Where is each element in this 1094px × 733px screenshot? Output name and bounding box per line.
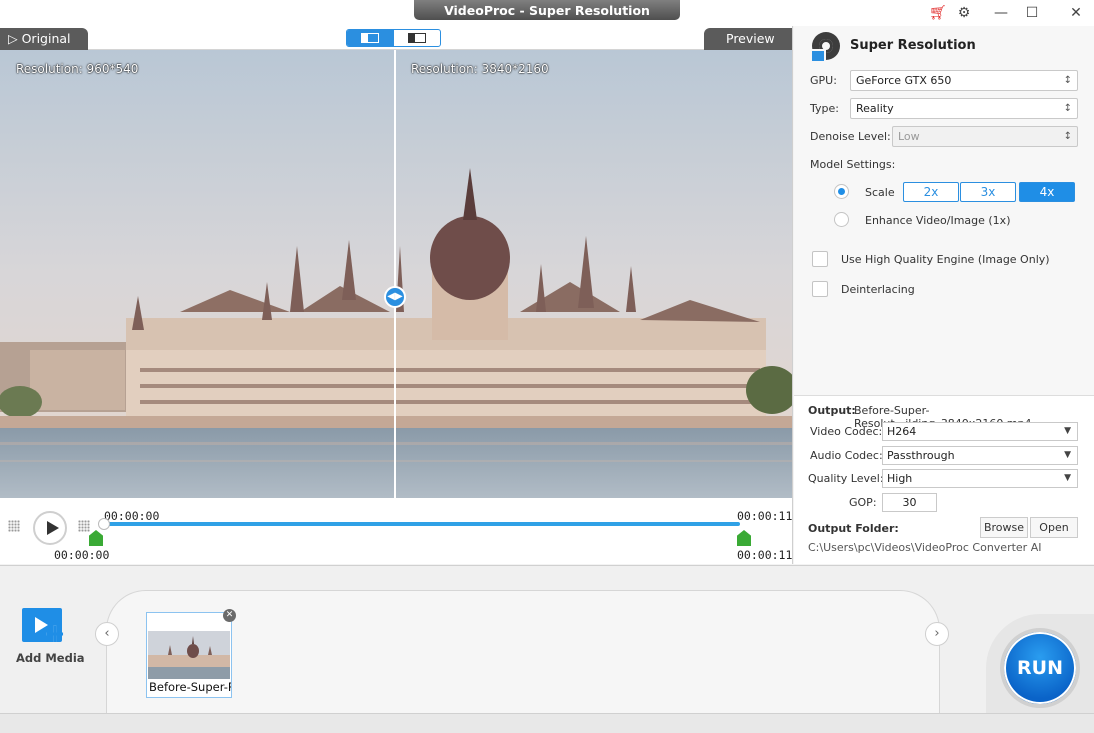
trim-end-marker[interactable] <box>737 530 751 546</box>
video-codec-value: H264 <box>887 425 917 438</box>
left-resolution-label: Resolution: 960*540 <box>16 62 139 76</box>
model-settings-label: Model Settings: <box>810 158 896 171</box>
video-codec-select[interactable]: H264 ▼ <box>882 422 1078 441</box>
maximize-icon[interactable]: ☐ <box>1022 4 1042 22</box>
deinterlacing-label: Deinterlacing <box>841 283 915 296</box>
denoise-select[interactable]: Low ↕ <box>892 126 1078 147</box>
hq-engine-checkbox[interactable] <box>812 251 828 267</box>
deinterlacing-checkbox[interactable] <box>812 281 828 297</box>
audio-codec-select[interactable]: Passthrough ▼ <box>882 446 1078 465</box>
audio-codec-label: Audio Codec: <box>810 449 883 462</box>
video-frame[interactable]: Resolution: 960*540 Resolution: 3840*216… <box>0 50 792 498</box>
drag-handle-left-icon[interactable] <box>8 520 20 532</box>
chevron-left-icon[interactable]: ‹ <box>95 622 119 646</box>
scale-label: Scale <box>865 186 895 199</box>
hq-engine-label: Use High Quality Engine (Image Only) <box>841 253 1050 266</box>
quality-label: Quality Level: <box>808 472 884 485</box>
progress-track[interactable] <box>104 522 740 526</box>
right-resolution-label: Resolution: 3840*2160 <box>411 62 549 76</box>
media-thumbnail[interactable]: Before-Super-Re ✕ <box>146 609 236 698</box>
updown-icon: ↕ <box>1063 131 1072 142</box>
play-small-icon: ▷ <box>8 31 22 46</box>
split-divider[interactable] <box>394 50 396 498</box>
quality-select[interactable]: High ▼ <box>882 469 1078 488</box>
split-handle-icon[interactable]: ◀▶ <box>384 286 406 308</box>
view-mode-toggle[interactable] <box>346 29 441 47</box>
scale-3x-button[interactable]: 3x <box>960 182 1016 202</box>
playhead-knob[interactable] <box>98 518 110 530</box>
timeline: 00:00:00 00:00:11 00:00:00 00:00:11 <box>0 498 792 564</box>
side-by-side-icon <box>407 33 426 43</box>
scale-radio[interactable] <box>834 184 849 199</box>
minimize-icon[interactable]: — <box>991 4 1011 22</box>
gear-icon[interactable]: ⚙ <box>954 4 974 22</box>
trim-end-time: 00:00:11 <box>737 548 793 562</box>
chevron-right-icon[interactable]: › <box>925 622 949 646</box>
tab-preview-label: Preview <box>726 31 775 46</box>
trim-start-time: 00:00:00 <box>54 548 110 562</box>
gpu-value: GeForce GTX 650 <box>856 74 952 87</box>
plus-icon: + <box>44 619 66 649</box>
open-button[interactable]: Open <box>1030 517 1078 538</box>
denoise-value: Low <box>898 130 920 143</box>
chevron-down-icon: ▼ <box>1064 450 1071 460</box>
updown-icon: ↕ <box>1063 103 1072 114</box>
media-tray: + Add Media ‹ › Before-Super-Re ✕ RUN <box>0 565 1094 733</box>
preview-pane: ▷ Original Preview 🔍︎ <box>0 26 793 564</box>
end-time-top: 00:00:11 <box>737 509 793 523</box>
status-bar <box>0 713 1094 733</box>
quality-value: High <box>887 472 913 485</box>
panel-title: Super Resolution <box>850 38 976 53</box>
chevron-down-icon: ▼ <box>1064 473 1071 483</box>
type-value: Reality <box>856 102 894 115</box>
film-reel-icon <box>810 32 840 63</box>
split-view-icon <box>361 33 380 43</box>
trim-start-marker[interactable] <box>89 530 103 546</box>
thumbnail-label: Before-Super-Re <box>149 680 231 694</box>
denoise-label: Denoise Level: <box>810 130 891 143</box>
run-button[interactable]: RUN <box>1000 628 1080 708</box>
play-button[interactable] <box>33 511 67 545</box>
browse-button[interactable]: Browse <box>980 517 1028 538</box>
tab-original[interactable]: ▷ Original <box>0 28 88 50</box>
videoproc-window: VideoProc - Super Resolution 🛒︎ ⚙ — ☐ ✕ … <box>0 0 1094 733</box>
tab-preview[interactable]: Preview 🔍︎ <box>704 28 792 68</box>
audio-codec-value: Passthrough <box>887 449 955 462</box>
enhance-radio[interactable] <box>834 212 849 227</box>
output-folder-label: Output Folder: <box>808 522 899 535</box>
add-media-label[interactable]: Add Media <box>16 651 85 665</box>
side-by-side-button[interactable] <box>394 30 441 46</box>
updown-icon: ↕ <box>1063 75 1072 86</box>
type-label: Type: <box>810 102 839 115</box>
chevron-down-icon: ▼ <box>1064 426 1071 436</box>
drag-handle-right-icon[interactable] <box>78 520 90 532</box>
gop-input[interactable]: 30 <box>882 493 937 512</box>
title-bar: VideoProc - Super Resolution 🛒︎ ⚙ — ☐ ✕ <box>0 0 1094 26</box>
parliament-image <box>0 50 792 498</box>
gop-label: GOP: <box>849 496 877 509</box>
output-folder-path: C:\Users\pc\Videos\VideoProc Converter A… <box>808 541 1042 554</box>
video-codec-label: Video Codec: <box>810 425 883 438</box>
gpu-label: GPU: <box>810 74 837 87</box>
thumbnail-image <box>148 631 230 679</box>
enhance-label: Enhance Video/Image (1x) <box>865 214 1011 227</box>
remove-icon[interactable]: ✕ <box>223 609 236 622</box>
window-title: VideoProc - Super Resolution <box>414 0 680 20</box>
output-label: Output: <box>808 404 856 417</box>
tab-original-label: Original <box>21 31 71 46</box>
gpu-select[interactable]: GeForce GTX 650 ↕ <box>850 70 1078 91</box>
scale-4x-button[interactable]: 4x <box>1019 182 1075 202</box>
preview-header: ▷ Original Preview 🔍︎ <box>0 26 792 68</box>
current-time-top: 00:00:00 <box>104 509 160 523</box>
output-settings: Output: Before-Super-Resolut...ilding_38… <box>794 395 1094 564</box>
type-select[interactable]: Reality ↕ <box>850 98 1078 119</box>
scale-2x-button[interactable]: 2x <box>903 182 959 202</box>
cart-icon[interactable]: 🛒︎ <box>928 4 948 22</box>
close-icon[interactable]: ✕ <box>1066 4 1086 22</box>
split-view-button[interactable] <box>347 30 394 46</box>
